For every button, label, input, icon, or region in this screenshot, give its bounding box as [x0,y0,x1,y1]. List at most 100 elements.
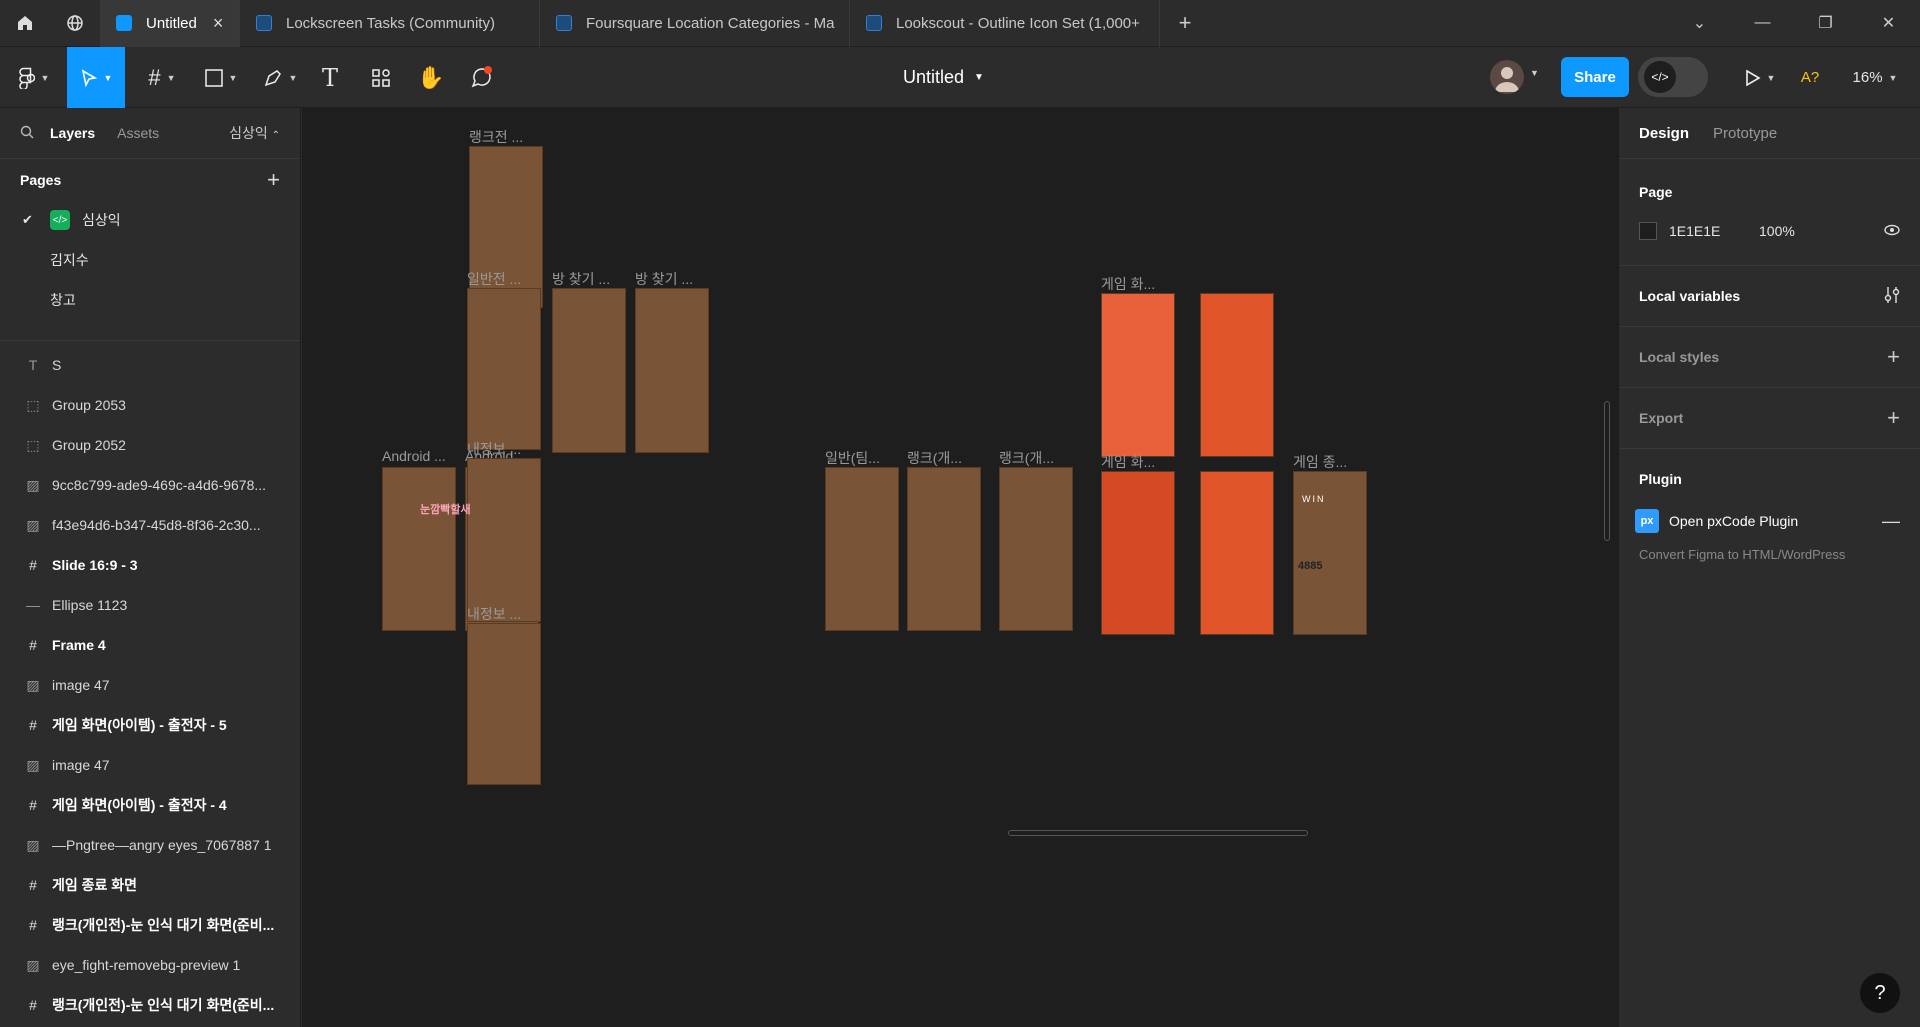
tab-layers[interactable]: Layers [50,125,95,141]
canvas-scrollbar-horizontal[interactable] [1008,830,1308,836]
frame-label[interactable]: 내정보 ... [467,604,521,624]
frame-label[interactable]: 랭크전 ... [469,127,523,147]
text-tool-button[interactable]: T [316,47,344,108]
restore-icon[interactable]: ❐ [1794,0,1857,47]
tab-lockscreen[interactable]: Lockscreen Tasks (Community) [240,0,540,47]
add-style-plus-icon[interactable]: + [1887,344,1900,370]
layer-item[interactable]: # Frame 4 [0,625,300,665]
minimize-icon[interactable]: — [1731,0,1794,47]
frame-label[interactable]: Android ... [382,448,446,464]
layer-item[interactable]: ⬚ Group 2053 [0,385,300,425]
move-tool-button[interactable]: ▼ [67,47,125,108]
layer-item[interactable]: ▨ 9cc8c799-ade9-469c-a4d6-9678... [0,465,300,505]
page-color-value[interactable]: 1E1E1E [1669,223,1759,239]
add-export-plus-icon[interactable]: + [1887,405,1900,431]
layer-item[interactable]: # 랭크(개인전)-눈 인식 대기 화면(준비... [0,985,300,1025]
canvas-frame[interactable] [635,288,709,453]
frame-label[interactable]: 랭크(개... [907,448,962,468]
canvas-frame[interactable] [467,288,541,450]
page-item[interactable]: 김지수 [0,240,300,280]
share-button[interactable]: Share [1561,57,1629,97]
chevron-down-icon[interactable]: ⌄ [1668,0,1731,47]
plugin-row[interactable]: px Open pxCode Plugin — [1635,509,1900,533]
remove-plugin-icon[interactable]: — [1882,511,1900,532]
layer-item[interactable]: # 게임 화면(아이템) - 출전자 - 5 [0,705,300,745]
canvas-frame[interactable] [467,623,541,785]
tab-foursquare[interactable]: Foursquare Location Categories - Ma [540,0,850,47]
canvas-frame[interactable] [552,288,626,453]
color-swatch[interactable] [1639,222,1657,240]
avatar-dropdown-icon[interactable]: ▼ [1530,68,1539,78]
close-tab-icon[interactable]: × [197,13,224,34]
zoom-dropdown[interactable]: 16% ▼ [1848,47,1902,108]
pen-tool-button[interactable]: ▼ [258,47,302,108]
globe-icon[interactable] [50,0,100,47]
local-variables-section[interactable]: Local variables [1619,266,1920,327]
home-icon[interactable] [0,0,50,47]
frame-tool-button[interactable]: # ▼ [140,47,184,108]
canvas-frame[interactable] [467,458,541,622]
close-window-icon[interactable]: ✕ [1857,0,1920,47]
layer-item[interactable]: TS [0,345,300,385]
help-button[interactable]: ? [1860,973,1900,1013]
local-styles-section[interactable]: Local styles + [1619,327,1920,388]
frame-label[interactable]: 일반(팀... [825,448,880,468]
main-menu-button[interactable]: ▼ [12,47,56,108]
page-item-current[interactable]: ✔ </> 심상익 [0,200,300,240]
frame-label[interactable]: 게임 화... [1101,452,1155,472]
tab-prototype[interactable]: Prototype [1713,125,1777,142]
page-switcher[interactable]: 심상익 ⌃ [229,123,280,143]
canvas-frame[interactable] [999,467,1073,631]
layer-item[interactable]: ▨ image 47 [0,745,300,785]
layer-item[interactable]: ⬚ Group 2052 [0,425,300,465]
canvas-frame[interactable] [907,467,981,631]
frame-label[interactable]: 일반전 ... [467,269,521,289]
new-tab-plus-icon[interactable]: + [1160,0,1210,47]
frame-label[interactable]: 게임 화... [1101,274,1155,294]
resources-button[interactable] [366,47,396,108]
layer-item[interactable]: ▨ f43e94d6-b347-45d8-8f36-2c30... [0,505,300,545]
avatar[interactable] [1490,60,1524,94]
layer-item[interactable]: # 랭크(개인전)-눈 인식 대기 화면(준비... [0,905,300,945]
hand-tool-button[interactable]: ✋ [416,47,446,108]
page-fill-row[interactable]: 1E1E1E 100% [1639,222,1900,240]
layer-item[interactable]: — Ellipse 1123 [0,585,300,625]
layer-item[interactable]: # Slide 16:9 - 3 [0,545,300,585]
design-canvas[interactable]: 랭크전 ... 일반전 ... 방 찾기 ... 방 찾기 ... Android ..… [302,108,1618,1027]
canvas-frame[interactable] [1200,471,1274,635]
dev-mode-toggle[interactable]: </> [1638,57,1708,97]
canvas-scrollbar-vertical[interactable] [1604,401,1610,541]
search-icon[interactable] [20,125,38,142]
frame-label[interactable]: 랭크(개... [999,448,1054,468]
tab-untitled[interactable]: Untitled × [100,0,240,47]
canvas-frame[interactable] [1200,293,1274,457]
font-warning-icon[interactable]: A? [1795,47,1825,108]
plugin-name[interactable]: Open pxCode Plugin [1669,513,1798,529]
canvas-frame[interactable] [1101,293,1175,457]
layer-item[interactable]: ▨ eye_fight-removebg-preview 1 [0,945,300,985]
shape-tool-button[interactable]: ▼ [199,47,243,108]
tab-assets[interactable]: Assets [117,125,159,141]
canvas-frame[interactable] [382,467,456,631]
file-name-dropdown[interactable]: Untitled ▼ [903,47,984,108]
add-page-plus-icon[interactable]: + [267,167,280,193]
frame-label[interactable]: 방 찾기 ... [552,269,610,289]
canvas-frame[interactable] [1101,471,1175,635]
eye-icon[interactable] [1884,223,1900,239]
page-opacity[interactable]: 100% [1759,223,1795,239]
layer-item[interactable]: # 게임 종료 화면 [0,865,300,905]
page-item[interactable]: 창고 [0,280,300,320]
layer-item[interactable]: ▨ —Pngtree—angry eyes_7067887 1 [0,825,300,865]
layer-item[interactable]: ▨ image 47 [0,665,300,705]
present-button[interactable]: ▼ [1735,47,1785,108]
tab-design[interactable]: Design [1639,125,1689,142]
frame-label[interactable]: 내정보 ... [467,439,521,459]
comment-tool-button[interactable] [466,47,496,108]
canvas-frame[interactable] [825,467,899,631]
frame-label[interactable]: 게임 종... [1293,452,1347,472]
layer-item[interactable]: # 게임 화면(아이템) - 출전자 - 4 [0,785,300,825]
export-section[interactable]: Export + [1619,388,1920,449]
sliders-icon[interactable] [1884,286,1900,307]
tab-lookscout[interactable]: Lookscout - Outline Icon Set (1,000+ [850,0,1160,47]
frame-label[interactable]: 방 찾기 ... [635,269,693,289]
